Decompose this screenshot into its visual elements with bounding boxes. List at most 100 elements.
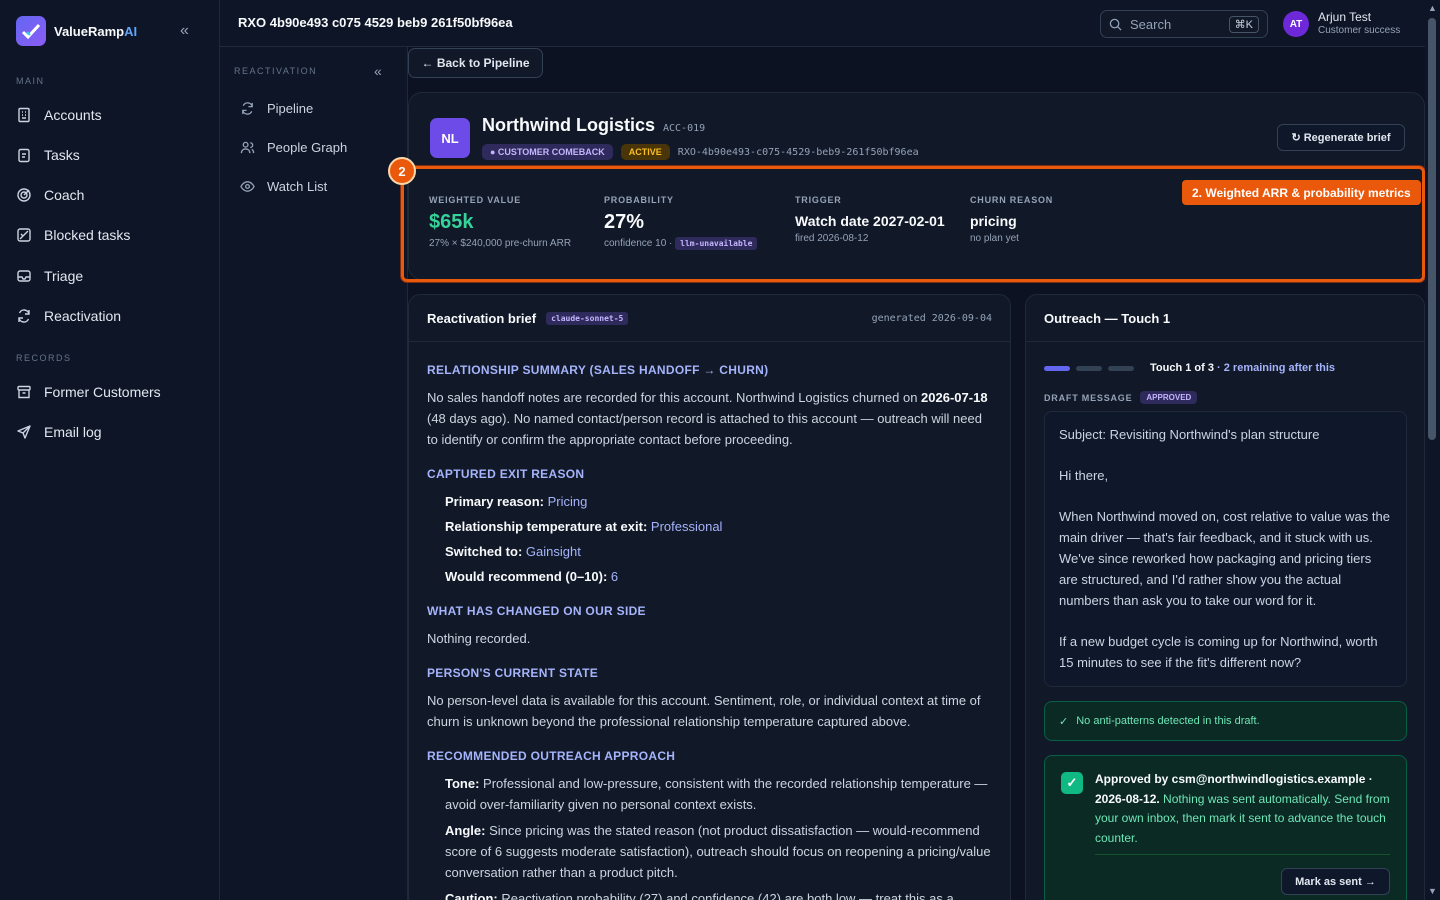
nav-item-label: Blocked tasks [44, 227, 131, 243]
relationship-summary: No sales handoff notes are recorded for … [427, 390, 988, 447]
nav-item-label: Triage [44, 268, 84, 284]
subnav-item-watch-list[interactable]: Watch List [240, 179, 327, 194]
approval-text: Approved by csm@northwindlogistics.examp… [1095, 772, 1390, 845]
checkbox-checked-icon: ✓ [1061, 772, 1083, 794]
person-state-text: No person-level data is available for th… [427, 693, 981, 729]
building-icon [18, 107, 30, 123]
nav-item-former-customers[interactable]: Former Customers [16, 384, 161, 400]
nav-item-label: Tasks [44, 147, 80, 163]
logo-icon [16, 16, 46, 46]
collapse-sidebar-icon[interactable]: « [180, 22, 189, 40]
section-heading: RELATIONSHIP SUMMARY (SALES HANDOFF → CH… [427, 363, 769, 377]
nav-item-blocked-tasks[interactable]: Blocked tasks [16, 227, 130, 243]
nav-item-coach[interactable]: Coach [16, 187, 84, 203]
nav-item-label: Reactivation [44, 308, 122, 324]
blocked-icon [17, 228, 31, 242]
customer-comeback-badge: ● CUSTOMER COMEBACK [482, 144, 613, 160]
subnav-item-label: Watch List [267, 179, 328, 194]
annotation-callout: 2. Weighted ARR & probability metrics [1182, 180, 1421, 205]
metric-trigger: TRIGGER Watch date 2027-02-01 fired 2026… [795, 195, 945, 244]
subnav-item-people-graph[interactable]: People Graph [240, 140, 347, 155]
list-item: Angle: Since pricing was the stated reas… [445, 823, 991, 880]
anti-pattern-check: ✓ No anti-patterns detected in this draf… [1044, 701, 1407, 741]
touch-step [1044, 365, 1070, 371]
metric-probability: PROBABILITY 27% confidence 10 · llm-unav… [604, 195, 758, 250]
regenerate-brief-button[interactable]: ↻ Regenerate brief [1277, 124, 1405, 151]
nav-section-main: MAIN [16, 76, 45, 86]
search-input[interactable]: Search ⌘K [1100, 10, 1268, 38]
collapse-subnav-icon[interactable]: « [374, 63, 382, 79]
refresh-icon [18, 309, 30, 323]
account-tags: ● CUSTOMER COMEBACK ACTIVE RXO-4b90e493-… [482, 144, 919, 160]
check-icon: ✓ [1059, 715, 1069, 728]
app-root: ValueRampAI « MAIN Accounts Tasks Coach … [0, 0, 1440, 900]
inbox-icon [17, 270, 31, 282]
nav-item-accounts[interactable]: Accounts [16, 107, 102, 123]
anti-pattern-text: No anti-patterns detected in this draft. [1076, 715, 1260, 727]
subnav-item-pipeline[interactable]: Pipeline [240, 101, 313, 116]
touch-counter: Touch 1 of 3 · 2 remaining after this [1150, 362, 1336, 374]
subnav-section-label: REACTIVATION [234, 66, 318, 76]
search-icon [1109, 18, 1122, 31]
section-heading: RECOMMENDED OUTREACH APPROACH [427, 749, 676, 763]
status-badge: ACTIVE [620, 144, 670, 160]
nav-item-label: Email log [44, 424, 102, 440]
metric-sub: confidence 10 · llm-unavailable [604, 237, 758, 250]
section-heading: WHAT HAS CHANGED ON OUR SIDE [427, 604, 646, 618]
llm-unavailable-badge: llm-unavailable [675, 237, 758, 250]
brand[interactable]: ValueRampAI [16, 16, 137, 46]
refresh-icon [242, 102, 253, 115]
message-greeting: Hi there, [1059, 468, 1109, 483]
avatar[interactable]: AT [1283, 11, 1309, 37]
brief-title: Reactivation brief [427, 310, 537, 326]
subnav-item-label: Pipeline [267, 101, 314, 116]
outreach-title: Outreach — Touch 1 [1026, 295, 1424, 342]
model-badge: claude-sonnet-5 [546, 311, 629, 325]
metric-value: $65k [429, 211, 474, 233]
metric-label: CHURN REASON [970, 195, 1054, 205]
main-sidebar: ValueRampAI « MAIN Accounts Tasks Coach … [0, 0, 220, 900]
scrollbar-thumb[interactable] [1428, 18, 1436, 440]
message-paragraph: If a new budget cycle is coming up for N… [1059, 634, 1378, 670]
draft-message-header: DRAFT MESSAGE APPROVED [1044, 391, 1198, 404]
metric-sub: 27% × $240,000 pre-churn ARR [429, 238, 572, 249]
people-icon [240, 141, 255, 154]
scroll-up-icon[interactable]: ▲ [1428, 3, 1437, 13]
nav-item-email-log[interactable]: Email log [16, 424, 102, 440]
brand-name: ValueRampAI [54, 23, 138, 39]
topbar: RXO 4b90e493 c075 4529 beb9 261f50bf96ea… [220, 0, 1425, 47]
touch-step [1076, 365, 1102, 371]
draft-label: DRAFT MESSAGE [1044, 392, 1133, 403]
metric-label: PROBABILITY [604, 195, 674, 205]
user-menu[interactable]: Arjun Test Customer success [1318, 10, 1400, 36]
list-item: Primary reason: Pricing [445, 494, 588, 509]
metric-label: WEIGHTED VALUE [429, 195, 522, 205]
approval-notice: ✓ Approved by csm@northwindlogistics.exa… [1044, 755, 1407, 900]
brief-body: RELATIONSHIP SUMMARY (SALES HANDOFF → CH… [409, 342, 1010, 900]
mark-as-sent-button[interactable]: Mark as sent → [1281, 868, 1390, 895]
divider [1095, 854, 1390, 855]
scroll-down-icon[interactable]: ▼ [1428, 886, 1437, 896]
draft-message-body[interactable]: Subject: Revisiting Northwind's plan str… [1044, 411, 1407, 687]
message-paragraph: When Northwind moved on, cost relative t… [1059, 509, 1390, 608]
account-avatar: NL [430, 118, 470, 158]
nav-item-tasks[interactable]: Tasks [16, 147, 80, 163]
nav-item-reactivation[interactable]: Reactivation [16, 308, 121, 324]
user-name: Arjun Test [1318, 10, 1372, 24]
metric-weighted-value: WEIGHTED VALUE $65k 27% × $240,000 pre-c… [429, 195, 571, 249]
metric-label: TRIGGER [795, 195, 842, 205]
touch-step [1108, 365, 1134, 371]
nav-section-records: RECORDS [16, 353, 72, 363]
section-heading: CAPTURED EXIT REASON [427, 467, 585, 481]
nav-item-triage[interactable]: Triage [16, 268, 83, 284]
metric-value: 27% [604, 211, 645, 233]
brief-header: Reactivation brief claude-sonnet-5 gener… [409, 295, 1010, 342]
back-to-pipeline-button[interactable]: ← Back to Pipeline [408, 48, 543, 78]
search-placeholder: Search [1130, 16, 1172, 32]
section-heading: PERSON'S CURRENT STATE [427, 666, 599, 680]
page-scrollbar[interactable]: ▲ ▼ [1425, 0, 1440, 900]
annotation-number-badge: 2 [388, 157, 416, 185]
account-title: Northwind Logistics ACC-019 [482, 115, 705, 136]
metric-sub: no plan yet [970, 233, 1019, 244]
list-item: Switched to: Gainsight [445, 544, 581, 559]
